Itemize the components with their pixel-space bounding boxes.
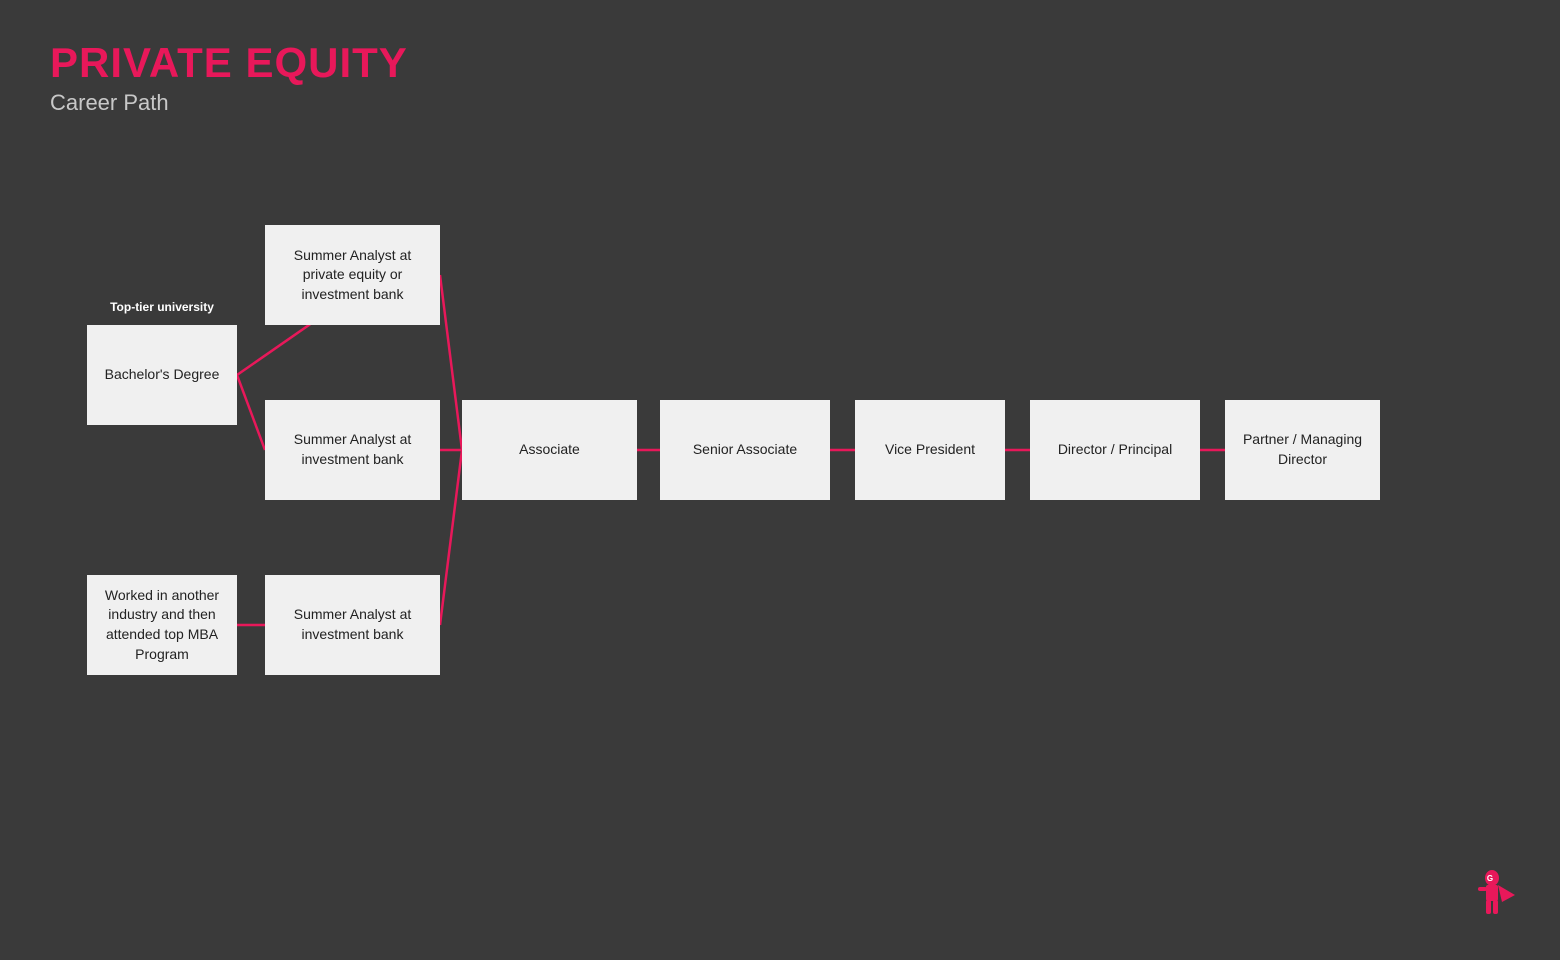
partner-managing-director-box: Partner / Managing Director <box>1225 400 1380 500</box>
svg-text:G: G <box>1487 874 1493 883</box>
bachelors-label: Bachelor's Degree <box>105 365 220 385</box>
associate-label: Associate <box>519 440 580 460</box>
vice-president-label: Vice President <box>885 440 975 460</box>
senior-associate-label: Senior Associate <box>693 440 797 460</box>
logo-area: G <box>1460 860 1530 930</box>
director-principal-box: Director / Principal <box>1030 400 1200 500</box>
summer-analyst-ib2-box: Summer Analyst at investment bank <box>265 575 440 675</box>
summer-analyst-ib-label: Summer Analyst at investment bank <box>275 430 430 469</box>
summer-analyst-ib-box: Summer Analyst at investment bank <box>265 400 440 500</box>
summer-analyst-ib2-label: Summer Analyst at investment bank <box>275 605 430 644</box>
top-tier-label: Top-tier university <box>87 300 237 314</box>
bachelors-box: Bachelor's Degree <box>87 325 237 425</box>
vice-president-box: Vice President <box>855 400 1005 500</box>
worked-industry-label: Worked in another industry and then atte… <box>97 586 227 664</box>
page-title: PRIVATE EQUITY <box>50 40 408 86</box>
diagram-area: Bachelor's Degree Top-tier university Su… <box>30 180 1530 760</box>
associate-box: Associate <box>462 400 637 500</box>
partner-managing-director-label: Partner / Managing Director <box>1235 430 1370 469</box>
worked-industry-box: Worked in another industry and then atte… <box>87 575 237 675</box>
senior-associate-box: Senior Associate <box>660 400 830 500</box>
page-subtitle: Career Path <box>50 90 408 116</box>
summer-analyst-pe-box: Summer Analyst at private equity or inve… <box>265 225 440 325</box>
header: PRIVATE EQUITY Career Path <box>50 40 408 116</box>
logo-icon: G <box>1460 860 1530 930</box>
director-principal-label: Director / Principal <box>1058 440 1172 460</box>
summer-analyst-pe-label: Summer Analyst at private equity or inve… <box>275 246 430 305</box>
